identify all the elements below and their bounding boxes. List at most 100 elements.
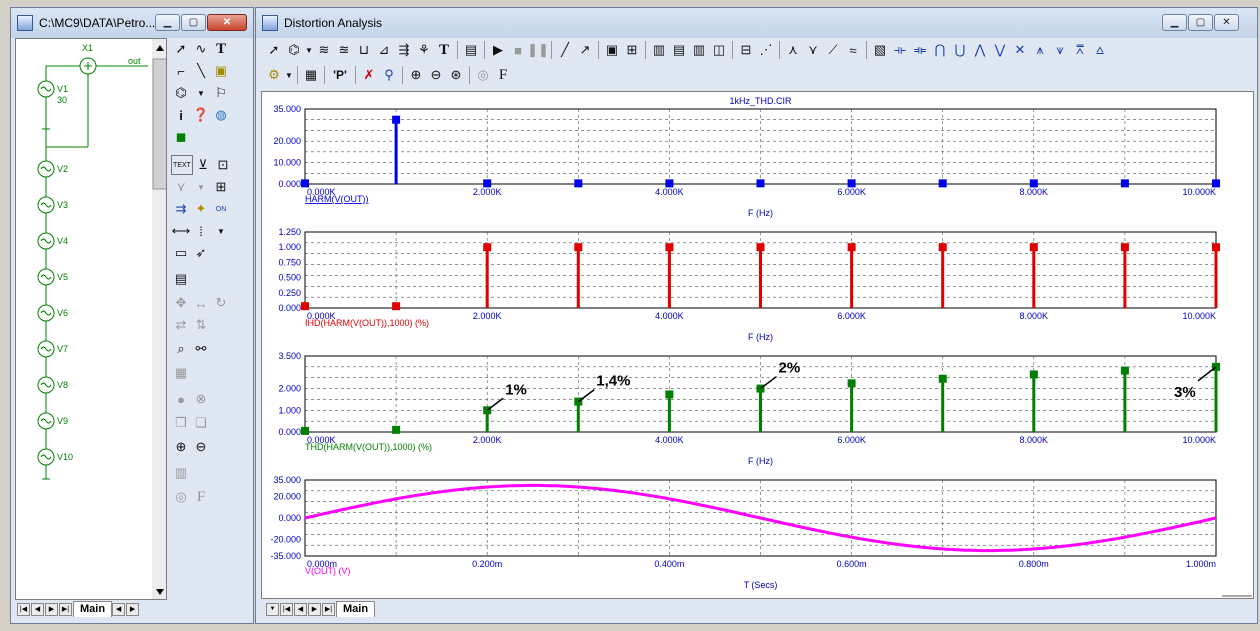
properties-icon[interactable]: ▤: [171, 269, 191, 289]
voltage-probe-icon[interactable]: ⋎: [171, 177, 191, 197]
text-tool-icon[interactable]: T: [211, 39, 231, 59]
select-arrow-icon[interactable]: ➚: [171, 39, 191, 59]
dropdown3-icon[interactable]: ▼: [211, 221, 231, 241]
probe-icon[interactable]: ◼: [171, 127, 191, 147]
bus-icon[interactable]: ▣: [211, 61, 231, 81]
text-box-icon[interactable]: TEXT: [171, 155, 193, 175]
schematic-canvas[interactable]: X1 out V1 30 V2 V3 V4 V5 V6 V7 V8 V9 V10: [15, 38, 167, 600]
global-low-icon[interactable]: ⩛: [1050, 40, 1070, 60]
zoom-out-tool-icon[interactable]: ⊖: [426, 65, 446, 85]
next-valley-icon[interactable]: ⋃: [950, 40, 970, 60]
low-icon[interactable]: ⋁: [990, 40, 1010, 60]
stretch-icon[interactable]: ↔: [191, 293, 211, 313]
scroll-left-icon[interactable]: ◀: [112, 602, 126, 616]
last-page-icon[interactable]: ▶|: [59, 602, 72, 616]
analysis-last-page-icon[interactable]: ▶|: [322, 602, 335, 616]
orthogonal-wire-icon[interactable]: ⌐: [171, 61, 191, 81]
toolbar-dropdown2-icon[interactable]: ▼: [284, 65, 294, 85]
maximize-button[interactable]: ▢: [181, 14, 206, 31]
prev-page-icon[interactable]: ◀: [31, 602, 44, 616]
analysis-close-button[interactable]: ✕: [1214, 14, 1239, 31]
baseline-icon[interactable]: ⊟: [736, 40, 756, 60]
next-peak-icon[interactable]: ⋂: [930, 40, 950, 60]
bulb-icon[interactable]: ✦: [191, 199, 211, 219]
flag-icon[interactable]: ⚐: [211, 83, 231, 103]
cursor-icon[interactable]: ➶: [191, 243, 211, 263]
schematic-titlebar[interactable]: C:\MC9\DATA\Petro... ▁ ▢ ✕: [11, 8, 253, 38]
inflection-icon[interactable]: ✕: [1010, 40, 1030, 60]
cancel-icon[interactable]: ⊗: [191, 389, 211, 409]
node-icon[interactable]: ⊻: [193, 155, 213, 175]
arrow-line-icon[interactable]: ↗: [575, 40, 595, 60]
mirror-icon[interactable]: ⇄: [171, 315, 191, 335]
analysis-next-page-icon[interactable]: ▶: [308, 602, 321, 616]
scope-icon[interactable]: ≊: [334, 40, 354, 60]
wire-icon[interactable]: ∿: [191, 39, 211, 59]
peak-icon[interactable]: ⋏: [783, 40, 803, 60]
plot-properties-icon[interactable]: ▧: [870, 40, 890, 60]
bode-icon[interactable]: ⊿: [374, 40, 394, 60]
analysis-prev-page-icon[interactable]: ◀: [294, 602, 307, 616]
close-button[interactable]: ✕: [207, 14, 247, 31]
grid-tool-icon[interactable]: ⊞: [622, 40, 642, 60]
horizontal-cursor-icon[interactable]: ⟛: [890, 40, 910, 60]
analysis-maximize-button[interactable]: ▢: [1188, 14, 1213, 31]
tag-mode-icon[interactable]: ✗: [359, 65, 379, 85]
minor-grid-icon[interactable]: ▥: [649, 40, 669, 60]
component-icon[interactable]: ⌬: [171, 83, 191, 103]
palette-icon[interactable]: ◎: [171, 487, 191, 507]
next-page-icon[interactable]: ▶: [45, 602, 58, 616]
copy-icon[interactable]: ❐: [171, 413, 191, 433]
zoom-in-tool-icon[interactable]: ⊕: [406, 65, 426, 85]
toolbar-dropdown-icon[interactable]: ▼: [304, 40, 314, 60]
cursor-mode-icon[interactable]: ⋰: [756, 40, 776, 60]
plot-area[interactable]: 0.000 10.000 20.000 35.000 0.000K 2.000K 4.000…: [261, 91, 1254, 599]
pause-icon[interactable]: ❚❚: [527, 40, 549, 60]
diagonal-wire-icon[interactable]: ╲: [191, 61, 211, 81]
analysis-titlebar[interactable]: Distortion Analysis ▁ ▢ ✕: [256, 8, 1257, 38]
page-icon[interactable]: ▦: [171, 363, 191, 383]
run-icon[interactable]: ▶: [488, 40, 508, 60]
monte-carlo-icon[interactable]: ⚘: [414, 40, 434, 60]
run-waveform-icon[interactable]: ≋: [314, 40, 334, 60]
analysis-minimize-button[interactable]: ▁: [1162, 14, 1187, 31]
find-icon[interactable]: ⌕: [171, 339, 191, 359]
frame-icon[interactable]: ▣: [602, 40, 622, 60]
bottom-icon[interactable]: ⩟: [1090, 40, 1110, 60]
select-icon[interactable]: ➚: [264, 40, 284, 60]
scroll-right-icon[interactable]: ▶: [126, 602, 140, 616]
minimize-button[interactable]: ▁: [155, 14, 180, 31]
move-icon[interactable]: ✥: [171, 293, 191, 313]
grid-icon[interactable]: ⊞: [211, 177, 231, 197]
split-view-icon[interactable]: ◫: [709, 40, 729, 60]
flip-icon[interactable]: ⇅: [191, 315, 211, 335]
dropdown-icon[interactable]: ▼: [191, 83, 211, 103]
wave-cursor-icon[interactable]: ≈: [843, 40, 863, 60]
line-tool-icon[interactable]: ╱: [555, 40, 575, 60]
properties-tool-icon[interactable]: ▤: [461, 40, 481, 60]
on-toggle-icon[interactable]: ON: [211, 199, 231, 219]
numeric-output-icon[interactable]: ▦: [301, 65, 321, 85]
stepping-icon[interactable]: ⇶: [394, 40, 414, 60]
stop-icon[interactable]: ■: [508, 40, 528, 60]
scrollbar-thumb[interactable]: [152, 58, 167, 190]
color-icon[interactable]: ◎: [473, 65, 493, 85]
tag-point-icon[interactable]: ⚲: [379, 65, 399, 85]
tab-main[interactable]: Main: [73, 601, 113, 617]
slope-icon[interactable]: ⟋: [823, 40, 843, 60]
help-icon[interactable]: ❓: [191, 105, 211, 125]
rotate-icon[interactable]: ↻: [211, 293, 231, 313]
fft-icon[interactable]: ⊔: [354, 40, 374, 60]
first-page-icon[interactable]: |◀: [17, 602, 30, 616]
major-grid-icon[interactable]: ▤: [669, 40, 689, 60]
info-icon[interactable]: i: [171, 105, 191, 125]
font-icon[interactable]: F: [191, 487, 211, 507]
pin-icon[interactable]: ⊡: [213, 155, 233, 175]
analysis-dropdown-icon[interactable]: ▼: [266, 602, 279, 616]
alert-icon[interactable]: ●: [171, 389, 191, 409]
dots-icon[interactable]: ⁞: [191, 221, 211, 241]
analysis-window[interactable]: Distortion Analysis ▁ ▢ ✕ ➚ ⌬ ▼ ≋ ≊ ⊔ ⊿ …: [255, 7, 1258, 624]
dropdown2-icon[interactable]: ▼: [191, 177, 211, 197]
stepping-tool-icon[interactable]: ⚙: [264, 65, 284, 85]
zoom-out-icon[interactable]: ⊖: [191, 437, 211, 457]
